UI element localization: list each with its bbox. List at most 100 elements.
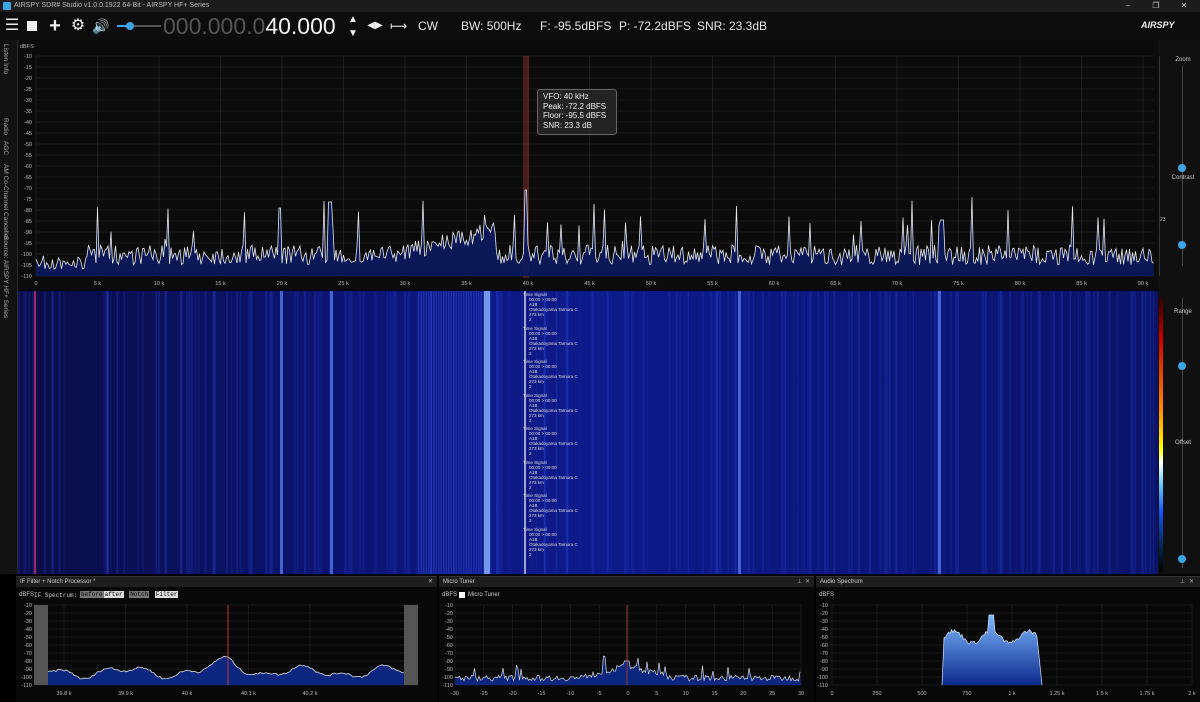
annotation-extra: 2 [529,551,532,557]
span-icon[interactable]: ⟼ [390,12,407,40]
before-toggle[interactable]: before [80,591,104,598]
pin-icon[interactable]: ⊥ [1180,577,1185,587]
main-toolbar: ☰ + ⚙ 🔊 000.000.040.000 ▲ ▼ ◀▶ ⟼ CW BW: 5… [0,12,1200,40]
annotation-station: Otakadoyama Tamura C [529,407,578,413]
micro-tuner-title: Micro Tuner [439,577,814,587]
floor-readout: F: -95.5dBFS [540,19,612,33]
waterfall-annotation[interactable]: Time Signal 00:00 > 00:00 A1B Otakadoyama T… [523,527,578,557]
spectrum-x-tick: 25 k [338,281,349,287]
if-x-tick: 39.9 k [118,691,133,697]
if-y-tick: -20 [24,611,32,617]
spectrum-x-tick: 80 k [1015,281,1026,287]
spectrum-y-tick: -70 [24,186,32,192]
bandwidth-label[interactable]: BW: 500Hz [461,12,521,40]
if-y-tick: -90 [24,667,32,673]
annotation-extra: 2 [529,451,532,456]
au-y-tick: -110 [817,683,828,689]
close-icon[interactable]: ✕ [1189,577,1194,587]
minimize-button[interactable]: – [1118,0,1138,12]
au-y-tick: -60 [820,643,828,649]
spectrum-view[interactable]: dBFS -10 -15 -20 -25 -30 -35 -40 -45 -50 -55 -60 -6… [18,40,1158,290]
tune-arrows-icon[interactable]: ◀▶ [366,12,384,40]
tab-listen-info[interactable]: Listen Info [2,44,9,74]
volume-knob[interactable] [126,22,135,30]
au-x-tick: 0 [830,691,833,697]
spectrum-y-tick: -100 [21,252,32,258]
offset-slider[interactable] [1178,555,1186,563]
tab-radio[interactable]: Radio [2,118,9,135]
spectrum-x-tick: 55 k [707,281,718,287]
waterfall-annotation[interactable]: Time Signal 00:00 > 00:00 A1B Otakadoyama T… [523,359,578,389]
frequency-display[interactable]: 000.000.040.000 [163,12,336,40]
mt-y-tick: -90 [445,667,453,673]
gear-icon[interactable]: ⚙ [69,12,87,40]
plus-icon[interactable]: + [46,12,64,40]
mt-x-tick: 20 [740,691,746,697]
micro-tuner-panel: Micro Tuner ⊥ ✕ dBFS Micro Tuner -10 -20 -… [439,576,814,702]
spectrum-x-tick: 10 k [154,281,165,287]
spectrum-x-tick: 50 k [646,281,657,287]
au-x-tick: 250 [872,691,881,697]
after-toggle[interactable]: after [103,591,124,598]
spectrum-y-tick: -35 [24,109,32,115]
waterfall-annotation[interactable]: Time Signal 00:00 > 00:00 A1B Otakadoyama T… [523,426,578,456]
mt-x-tick: 15 [711,691,717,697]
pin-icon[interactable]: ⊥ [797,577,802,587]
if-filter-panel: IF Filter + Notch Processor * ✕ dBFS IF … [16,576,437,702]
mode-label[interactable]: CW [418,12,438,40]
audio-spectrum-title: Audio Spectrum [816,577,1200,587]
notch-toggle[interactable]: Notch [129,591,150,598]
micro-tuner-checkbox[interactable] [459,592,465,598]
spectrum-y-tick: -75 [24,197,32,203]
airspy-logo: AIRSPY [1141,20,1175,30]
filter-toggle[interactable]: Filter [154,591,179,598]
spectrum-y-tick: -40 [24,120,32,126]
waterfall-annotation[interactable]: Time Signal 00:00 > 00:00 A1B Otakadoyama T… [523,292,578,322]
spectrum-x-tick: 70 k [892,281,903,287]
zoom-slider[interactable] [1178,164,1186,172]
spectrum-y-tick: -90 [24,230,32,236]
waterfall-annotation[interactable]: Time Signal 00:00 > 00:00 A1B Otakadoyama T… [523,326,578,356]
audio-spectrum-unit: dBFS [819,592,835,598]
app-icon [3,2,11,10]
close-window-button[interactable]: ✕ [1174,0,1194,12]
mt-x-tick: -5 [597,691,602,697]
restore-button[interactable]: ❐ [1146,0,1166,12]
mt-x-tick: -10 [566,691,574,697]
spectrum-y-tick: -55 [24,153,32,159]
close-icon[interactable]: ✕ [805,577,810,587]
tab-agc[interactable]: AGC [2,141,9,155]
menu-icon[interactable]: ☰ [4,12,20,40]
mt-x-tick: -30 [451,691,459,697]
spectrum-x-tick: 65 k [830,281,841,287]
micro-tuner-chart[interactable]: -10-20-30-40-50-60-70-80-90-100-110 -30-… [439,601,814,701]
spectrum-y-tick: -85 [24,219,32,225]
annotation-extra: 2 [529,484,532,490]
mt-x-tick: 0 [626,691,629,697]
au-y-tick: -50 [820,635,828,641]
if-filter-chart[interactable]: -10 -20 -30 -40 -50 -60 -70 -80 -90 -100 -110 39.8… [16,601,437,701]
tab-am-co-channel-canceller[interactable]: AM Co-Channel Canceller [2,164,9,240]
audio-spectrum-panel: Audio Spectrum ⊥ ✕ dBFS -10 -20 -30 -40 -50-… [816,576,1200,702]
spectrum-x-tick: 5 k [94,281,102,287]
frequency-step-icon[interactable]: ▲ ▼ [346,13,360,39]
stop-icon[interactable] [24,12,40,40]
audio-spectrum-chart[interactable]: -10 -20 -30 -40 -50 -60 -70 -80 -90 -100 -110 0 250… [816,601,1200,701]
waterfall-annotation[interactable]: Time Signal 00:00 > 00:00 A1B Otakadoyama T… [523,493,578,523]
if-filter-title: IF Filter + Notch Processor * [16,577,437,587]
waterfall-annotation[interactable]: Time Signal 00:00 > 00:00 A1B Otakadoyama T… [523,460,578,490]
mt-y-tick: -50 [445,635,453,641]
frequency-leading-digits: 000.000.0 [163,13,266,39]
volume-slider[interactable] [117,22,161,30]
waterfall-annotation[interactable]: Time Signal 00:00 > 00:00 A1B Otakadoyama T… [523,393,578,423]
au-y-tick: -90 [820,667,828,673]
spectrum-y-tick: -15 [24,65,32,71]
tab-source[interactable]: Source: AIRSPY HF+ Series [2,236,9,318]
contrast-slider[interactable] [1178,241,1186,249]
peak-readout: P: -72.2dBFS [619,19,692,33]
waterfall-view[interactable]: Time Signal 00:00 > 00:00 A1B Otakadoyama T… [18,291,1158,574]
close-icon[interactable]: ✕ [428,577,433,587]
range-slider[interactable] [1178,362,1186,370]
speaker-icon[interactable]: 🔊 [92,12,110,40]
tooltip-snr: SNR: 23.3 dB [543,120,592,130]
